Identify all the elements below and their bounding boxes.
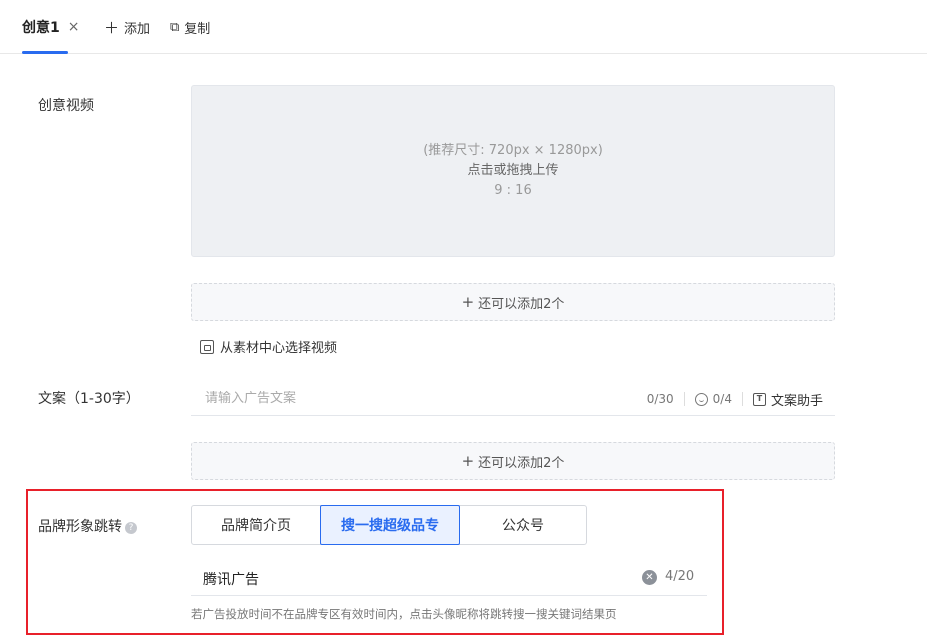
divider (683, 392, 685, 406)
clear-circle-icon[interactable]: ✕ (642, 570, 657, 585)
text-box-icon: T (752, 392, 766, 406)
ad-copy-input[interactable] (205, 391, 595, 406)
brand-redirect-hint: 若广告投放时间不在品牌专区有效时间内，点击头像昵称将跳转搜一搜关键词结果页 (191, 607, 617, 621)
video-upload-area[interactable]: (推荐尺寸: 720px × 1280px) 点击或拖拽上传 9 : 16 (191, 85, 835, 257)
add-creative-button[interactable]: ＋ 添加 (104, 16, 150, 38)
smile-icon[interactable] (694, 392, 708, 406)
copy-creative-label: 复制 (184, 21, 211, 37)
image-folder-icon (200, 339, 214, 354)
brand-name-count: 4/20 (665, 569, 695, 584)
char-count: 0/30 (646, 392, 674, 406)
add-copy-label: 还可以添加2个 (478, 455, 565, 471)
ad-copy-meta: 0/30 0/4 T 文案助手 (647, 382, 823, 416)
brand-redirect-label-text: 品牌形象跳转 (38, 519, 122, 535)
copy-creative-button[interactable]: ⧉ 复制 (170, 16, 210, 38)
creative-tab-bar: 创意1 × ＋ 添加 ⧉ 复制 (0, 0, 927, 54)
upload-action-text: 点击或拖拽上传 (467, 163, 559, 178)
ad-copy-field: 0/30 0/4 T 文案助手 (191, 382, 835, 416)
video-field-label: 创意视频 (38, 98, 94, 114)
plus-icon: + (461, 293, 475, 311)
active-tab-indicator (22, 51, 68, 54)
question-circle-icon[interactable]: ? (125, 522, 137, 534)
option-brand-intro-page[interactable]: 品牌简介页 (192, 506, 320, 544)
tab-creative-1-label: 创意1 (22, 20, 60, 36)
add-copy-button[interactable]: + 还可以添加2个 (191, 442, 835, 480)
select-from-material-center-link[interactable]: 从素材中心选择视频 (200, 337, 337, 356)
brand-name-field[interactable]: 腾讯广告 ✕ 4/20 (191, 560, 707, 596)
brand-name-value: 腾讯广告 (203, 572, 259, 588)
add-video-label: 还可以添加2个 (478, 296, 565, 312)
aspect-ratio-text: 9 : 16 (494, 183, 532, 198)
plus-icon: ＋ (104, 18, 120, 37)
divider (741, 392, 743, 406)
add-video-button[interactable]: + 还可以添加2个 (191, 283, 835, 321)
emoji-count: 0/4 (712, 392, 732, 406)
material-link-label: 从素材中心选择视频 (220, 341, 338, 356)
copy-icon: ⧉ (170, 19, 180, 35)
copy-helper-button[interactable]: T 文案助手 (752, 390, 823, 409)
option-search-super-brand[interactable]: 搜一搜超级品专 (320, 505, 460, 545)
tab-creative-1[interactable]: 创意1 × (22, 16, 79, 38)
close-icon[interactable]: × (68, 19, 80, 35)
brand-redirect-label: 品牌形象跳转? (38, 516, 137, 536)
option-official-account[interactable]: 公众号 (460, 506, 586, 544)
copy-field-label: 文案（1-30字） (38, 391, 140, 407)
brand-redirect-segmented-control: 品牌简介页 搜一搜超级品专 公众号 (191, 505, 587, 545)
copy-helper-label: 文案助手 (770, 393, 823, 409)
plus-icon: + (461, 452, 475, 470)
add-creative-label: 添加 (124, 21, 151, 37)
recommended-size-text: (推荐尺寸: 720px × 1280px) (423, 143, 603, 158)
